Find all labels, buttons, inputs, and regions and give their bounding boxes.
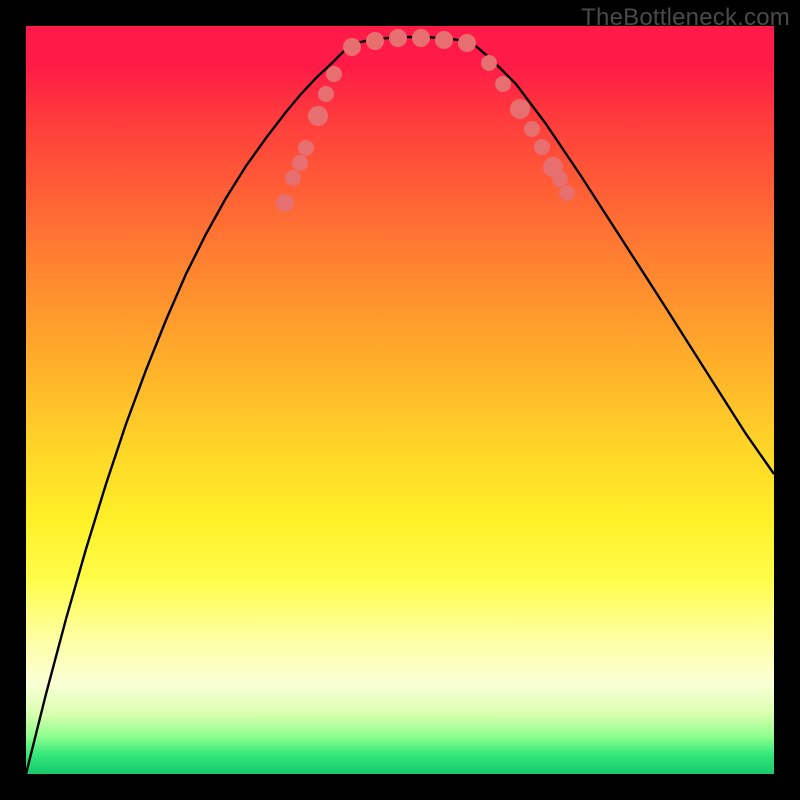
marker-group — [276, 29, 575, 212]
data-marker — [343, 38, 361, 56]
data-marker — [559, 185, 575, 201]
data-marker — [534, 139, 550, 155]
data-marker — [510, 99, 530, 119]
chart-stage: TheBottleneck.com — [0, 0, 800, 800]
data-marker — [366, 32, 384, 50]
data-marker — [524, 121, 540, 137]
data-marker — [308, 106, 328, 126]
bottleneck-curve — [26, 37, 774, 774]
data-marker — [298, 140, 314, 156]
data-marker — [276, 194, 294, 212]
data-marker — [412, 29, 430, 47]
plot-area — [26, 26, 774, 774]
data-marker — [318, 86, 334, 102]
curve-layer — [26, 26, 774, 774]
data-marker — [285, 170, 301, 186]
data-marker — [458, 34, 476, 52]
data-marker — [481, 55, 497, 71]
data-marker — [495, 76, 511, 92]
data-marker — [435, 31, 453, 49]
data-marker — [389, 29, 407, 47]
data-marker — [326, 66, 342, 82]
data-marker — [292, 155, 308, 171]
data-marker — [552, 171, 568, 187]
